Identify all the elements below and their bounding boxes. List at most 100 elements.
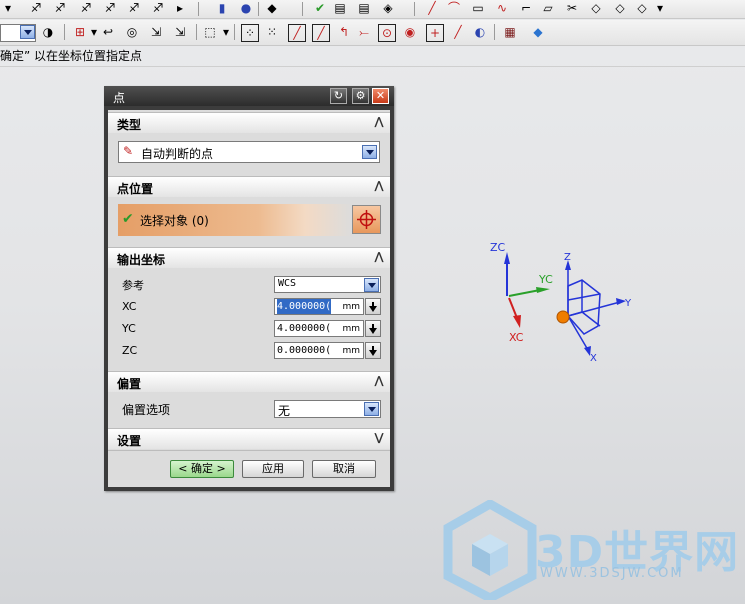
book-icon[interactable]: ▮	[214, 0, 230, 16]
snap-points-icon[interactable]: ⁙	[264, 24, 280, 40]
section-type-header[interactable]: 类型 ⋀	[108, 112, 390, 133]
point-on-face-icon[interactable]: ◐	[472, 24, 488, 40]
end-point-icon[interactable]: ╱	[288, 24, 306, 42]
sheet-icon[interactable]: ▤	[332, 0, 348, 16]
curve-tool-icon[interactable]: ♐	[126, 0, 142, 16]
xc-input[interactable]: 4.000000( mm	[274, 298, 364, 315]
coordinate-axes: ZC YC XC Z Y X	[490, 241, 632, 364]
gear-icon[interactable]: ⚙	[352, 88, 369, 104]
curve-tool-icon[interactable]: ♐	[52, 0, 68, 16]
yc-unit: mm	[342, 324, 360, 334]
yc-input[interactable]: 4.000000( mm	[274, 320, 364, 337]
wcs-origin-point[interactable]	[556, 310, 570, 324]
pattern-icon[interactable]: ◇	[612, 0, 628, 16]
toolbar-row-1: ▾ ♐ ♐ ♐ ♐ ♐ ♐ ▸ ▮ ● ◆ ✔ ▤ ▤ ◈ ╱ ⌒ ▭ ∿ ⌐ …	[0, 0, 745, 19]
fillet-icon[interactable]: ⌐	[518, 0, 534, 16]
tool-icon[interactable]: ◈	[380, 0, 396, 16]
crosshair-icon	[357, 210, 376, 229]
box-select-icon[interactable]: ⬚	[202, 24, 218, 40]
line-icon[interactable]: ╱	[424, 0, 440, 16]
offset-option-value: 无	[278, 404, 291, 418]
curve-tool-icon[interactable]: ♐	[150, 0, 166, 16]
menu-dropdown-icon[interactable]: ▸	[172, 0, 188, 16]
section-point-location-header[interactable]: 点位置 ⋀	[108, 176, 390, 197]
point-on-curve-icon[interactable]: ╱	[450, 24, 466, 40]
wcs-z-label: Z	[564, 252, 571, 263]
xc-options-button[interactable]	[365, 298, 381, 315]
undo-icon[interactable]: ↩	[100, 24, 116, 40]
toolbar-arrow-icon[interactable]: ▾	[0, 0, 16, 16]
type-filter-select[interactable]	[0, 24, 36, 42]
toolbar-separator	[302, 2, 303, 16]
chevron-up-icon[interactable]: ⋀	[372, 115, 386, 129]
control-point-icon[interactable]: ↰	[336, 24, 352, 40]
reset-icon[interactable]: ↻	[330, 88, 347, 104]
drop-icon[interactable]: ●	[238, 0, 254, 16]
check-icon: ✔	[122, 211, 134, 227]
chevron-down-icon[interactable]	[364, 402, 379, 416]
intersection-icon[interactable]: ⤚	[356, 24, 372, 40]
zc-options-button[interactable]	[365, 342, 381, 359]
mid-point-icon[interactable]: ╱	[312, 24, 330, 42]
offset-option-select[interactable]: 无	[274, 400, 381, 418]
filter-icon[interactable]: ◑	[40, 24, 56, 40]
menu-dropdown-icon[interactable]: ▾	[218, 24, 234, 40]
check-icon[interactable]: ✔	[312, 0, 328, 16]
point-dialog: 点 ↻ ⚙ ✕ 类型 ⋀ ✎ 自动判断的点 点位置 ⋀ ✔ 选择对象 (0) 输…	[104, 86, 394, 491]
sphere-icon[interactable]: ◎	[124, 24, 140, 40]
ok-button[interactable]: < 确定 >	[170, 460, 234, 478]
curve-tool-icon[interactable]: ♐	[78, 0, 94, 16]
quadrant-icon[interactable]: ◉	[402, 24, 418, 40]
zc-value: 0.000000(	[277, 345, 332, 356]
point-constructor-button[interactable]	[352, 205, 381, 234]
section-settings-header[interactable]: 设置 ⋁	[108, 428, 390, 449]
select-object-row[interactable]: ✔ 选择对象 (0)	[118, 204, 352, 236]
trim-icon[interactable]: ✂	[564, 0, 580, 16]
arc-center-icon[interactable]: ⊙	[378, 24, 396, 42]
select-icon[interactable]: ⇲	[172, 24, 188, 40]
chevron-up-icon[interactable]: ⋀	[372, 179, 386, 193]
xc-label: XC	[122, 300, 137, 313]
apply-button[interactable]: 应用	[242, 460, 304, 478]
chevron-down-icon[interactable]: ⋁	[372, 431, 386, 445]
tool-icon[interactable]: ◆	[264, 0, 280, 16]
grid-icon[interactable]: ▦	[502, 24, 518, 40]
reference-value: WCS	[278, 278, 297, 289]
menu-dropdown-icon[interactable]: ▾	[652, 0, 668, 16]
select-icon[interactable]: ⇲	[148, 24, 164, 40]
cancel-button[interactable]: 取消	[312, 460, 376, 478]
yc-options-button[interactable]	[365, 320, 381, 337]
section-offset-header[interactable]: 偏置 ⋀	[108, 371, 390, 392]
chevron-down-icon[interactable]	[362, 145, 377, 159]
xc-label: XC	[509, 331, 524, 344]
chevron-down-icon[interactable]	[364, 278, 379, 292]
section-point-location-label: 点位置	[117, 182, 154, 196]
spline-icon[interactable]: ∿	[494, 0, 510, 16]
mirror-icon[interactable]: ◇	[588, 0, 604, 16]
sheet-icon[interactable]: ▤	[356, 0, 372, 16]
cube-icon[interactable]: ◆	[530, 24, 546, 40]
curve-tool-icon[interactable]: ♐	[102, 0, 118, 16]
close-icon[interactable]: ✕	[372, 88, 389, 104]
wcs-box-edge	[567, 311, 583, 317]
zc-input[interactable]: 0.000000( mm	[274, 342, 364, 359]
dialog-title-bar[interactable]: 点 ↻ ⚙ ✕	[104, 86, 394, 106]
type-select[interactable]: ✎ 自动判断的点	[118, 141, 380, 163]
chevron-up-icon[interactable]: ⋀	[372, 250, 386, 264]
infer-point-icon: ✎	[123, 144, 134, 158]
section-output-coords-header[interactable]: 输出坐标 ⋀	[108, 247, 390, 268]
existing-point-icon[interactable]: +	[426, 24, 444, 42]
reference-select[interactable]: WCS	[274, 276, 381, 293]
xc-arrow-icon	[513, 315, 521, 328]
transform-icon[interactable]: ◇	[634, 0, 650, 16]
snap-points-icon[interactable]: ⁘	[241, 24, 259, 42]
curve-tool-icon[interactable]: ♐	[28, 0, 44, 16]
yc-value: 4.000000(	[277, 323, 332, 334]
offset-icon[interactable]: ▱	[540, 0, 556, 16]
watermark-url: WWW.3DSJW.COM	[540, 566, 684, 581]
arc-icon[interactable]: ⌒	[446, 0, 462, 16]
chevron-up-icon[interactable]: ⋀	[372, 374, 386, 388]
rectangle-icon[interactable]: ▭	[470, 0, 486, 16]
yc-axis	[508, 289, 541, 297]
yc-arrow-icon	[536, 287, 550, 293]
